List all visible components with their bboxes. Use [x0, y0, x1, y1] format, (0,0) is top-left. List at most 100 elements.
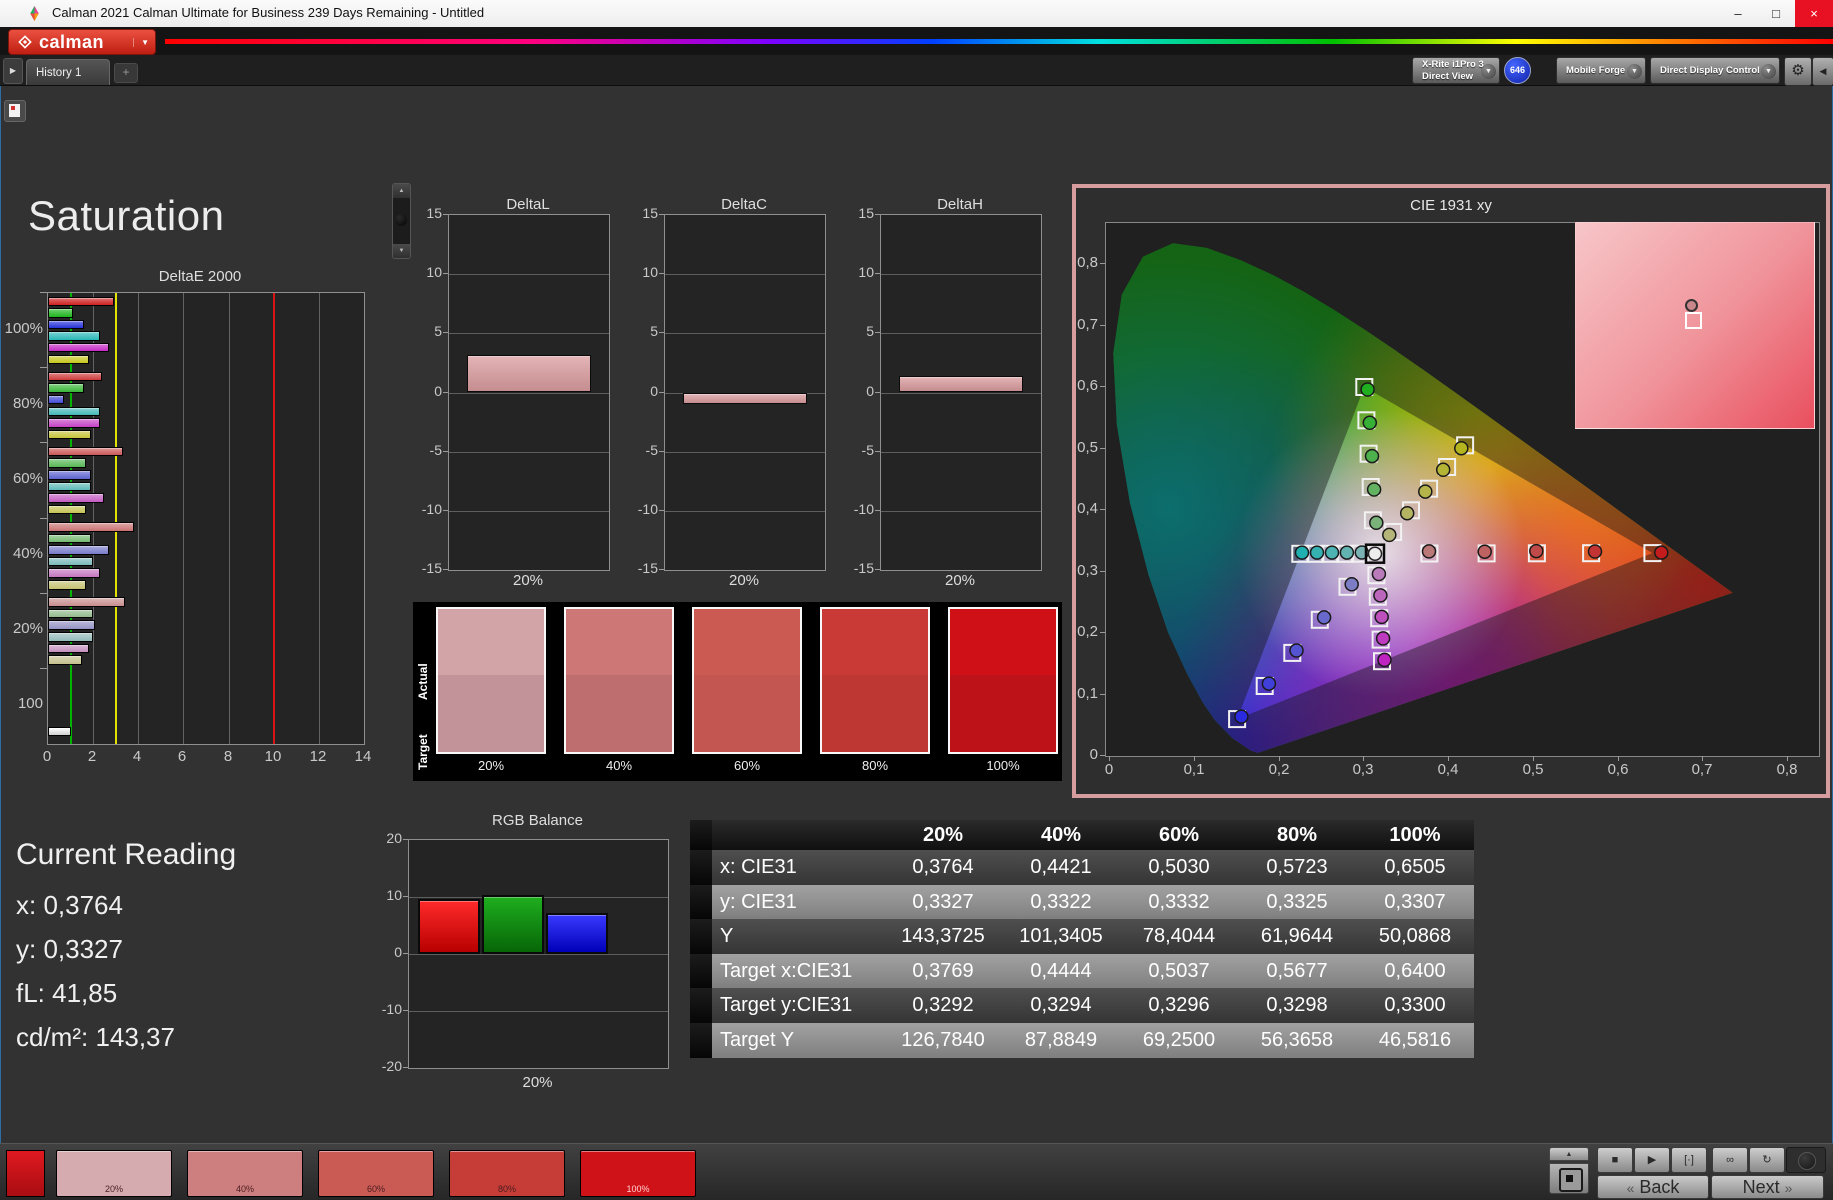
- patch-button-20%[interactable]: 20%: [56, 1150, 172, 1197]
- deltaH-y-tick: -15: [853, 560, 874, 576]
- table-column-header: 100%: [1389, 824, 1441, 846]
- table-column-header: 80%: [1276, 824, 1318, 846]
- rgb-balance-title: RGB Balance: [492, 812, 583, 829]
- table-row: Target Y 126,7840 87,8849 69,2500 56,3658 46,…: [690, 1022, 1474, 1058]
- table-cell: 0,6505: [1384, 856, 1446, 878]
- table-cell: 0,3292: [912, 994, 974, 1017]
- table-cell: 0,3300: [1384, 994, 1446, 1017]
- cie-measured-green: [1362, 415, 1378, 431]
- deltaC-gridline: [665, 274, 825, 276]
- chevron-down-icon: ▼: [1761, 64, 1776, 79]
- calman-menu-chevron-icon: ▼: [133, 37, 149, 47]
- record-icon: [1798, 1152, 1816, 1170]
- titlebar: Calman 2021 Calman Ultimate for Business…: [0, 0, 1833, 28]
- patch-window-up-icon[interactable]: ▲: [1549, 1147, 1589, 1161]
- deltal-chart: [448, 214, 610, 571]
- tab-history-1[interactable]: History 1: [26, 59, 110, 85]
- loop-button[interactable]: ∞: [1712, 1147, 1748, 1173]
- record-indicator-button[interactable]: [1786, 1147, 1826, 1173]
- deltae-group-label: 100%: [4, 320, 43, 337]
- gear-icon[interactable]: ⚙: [1784, 57, 1812, 86]
- cie-measured-green: [1360, 382, 1375, 397]
- window-title: Calman 2021 Calman Ultimate for Business…: [52, 5, 485, 20]
- table-cell: 0,5723: [1266, 856, 1328, 878]
- table-cell: 101,3405: [1019, 925, 1103, 948]
- rgb-y-tick: 20: [386, 830, 402, 846]
- stop-icon: [1566, 1175, 1573, 1182]
- deltae-bar-magenta: [48, 342, 109, 353]
- deltae-x-tick: 6: [177, 748, 187, 765]
- maximize-button[interactable]: □: [1757, 0, 1795, 27]
- deltaL-y-tick: 5: [434, 323, 442, 339]
- minimize-button[interactable]: –: [1719, 0, 1757, 27]
- scroll-down-icon[interactable]: ▼: [393, 244, 410, 258]
- deltaC-y-tick: -10: [637, 501, 658, 517]
- back-button[interactable]: « Back: [1597, 1175, 1709, 1199]
- patch-window-control[interactable]: ▲: [1549, 1147, 1589, 1197]
- cie-measured-magenta: [1377, 652, 1392, 668]
- cie-measured-cyan: [1324, 545, 1340, 560]
- deltae-bar-yellow: [48, 429, 91, 440]
- patch-button-40%[interactable]: 40%: [187, 1150, 303, 1197]
- table-row-label: y: CIE31: [720, 890, 797, 913]
- refresh-button[interactable]: ↻: [1749, 1147, 1785, 1173]
- deltaH-gridline: [881, 510, 1041, 512]
- collapse-panel-button[interactable]: ◀: [1812, 57, 1833, 86]
- deltae-bar-yellow: [48, 354, 89, 364]
- cie-measured-green: [1369, 515, 1384, 531]
- chart-scrollbar[interactable]: ▲ ▼: [392, 183, 411, 259]
- calman-menu-button[interactable]: calman ▼: [8, 29, 156, 55]
- cie-measured-green: [1364, 448, 1380, 464]
- deltac-chart: [664, 214, 826, 571]
- table-column-header: 60%: [1158, 824, 1200, 846]
- cie-measured-blue: [1234, 709, 1249, 724]
- scroll-up-icon[interactable]: ▲: [393, 184, 410, 198]
- table-cell: 0,5037: [1148, 959, 1210, 982]
- cie-measured-red: [1654, 545, 1669, 560]
- step-button[interactable]: [·]: [1671, 1147, 1707, 1173]
- cie-1931-panel: CIE 1931 xy: [1072, 184, 1830, 798]
- workflow-icon[interactable]: [4, 100, 26, 122]
- tab-scroll-button[interactable]: ▶: [3, 58, 23, 84]
- deltae-bar-magenta: [48, 418, 100, 428]
- stop-button[interactable]: ■: [1597, 1147, 1633, 1173]
- deltaC-gridline: [665, 451, 825, 453]
- deltaH-gridline: [881, 451, 1041, 453]
- play-button[interactable]: ▶: [1634, 1147, 1670, 1173]
- patch-button-60%[interactable]: 60%: [318, 1150, 434, 1197]
- measurement-table: 20% 40% 60% 80% 100% x: CIE31 0,3764 0,4421 0,50…: [690, 820, 1474, 1058]
- meter-dropdown[interactable]: X-Rite i1Pro 3 Direct View ▼: [1412, 57, 1500, 84]
- table-cell: 56,3658: [1260, 1028, 1334, 1051]
- table-cell: 126,7840: [901, 1028, 985, 1051]
- scroll-knob[interactable]: [395, 214, 407, 226]
- deltaL-y-tick: -5: [429, 442, 442, 458]
- deltae-bar-cyan: [48, 556, 94, 567]
- deltae-x-tick: 8: [223, 748, 233, 765]
- page-title: Saturation: [28, 192, 225, 239]
- deltaH-gridline: [881, 392, 1041, 394]
- compare-swatch-80%: [820, 607, 930, 754]
- table-row-label: Y: [720, 925, 734, 948]
- deltae-bar-cyan: [48, 331, 100, 341]
- cie-measured-blue: [1261, 676, 1277, 691]
- deltaL-gridline: [449, 451, 609, 453]
- meter-count-badge[interactable]: 646: [1504, 57, 1531, 84]
- deltae-bar-blue: [48, 545, 109, 555]
- table-cell: 69,2500: [1142, 1028, 1216, 1051]
- deltaC-y-tick: 5: [650, 323, 658, 339]
- next-button[interactable]: Next »: [1711, 1175, 1824, 1199]
- patch-window-button[interactable]: [1549, 1163, 1589, 1194]
- patch-button-80%[interactable]: 80%: [449, 1150, 565, 1197]
- deltae-group-label: 100: [17, 695, 43, 712]
- source-dropdown[interactable]: Mobile Forge ▼: [1556, 57, 1646, 84]
- close-button[interactable]: ×: [1795, 0, 1833, 27]
- display-control-dropdown[interactable]: Direct Display Control ▼: [1650, 57, 1780, 84]
- deltaH-gridline: [881, 274, 1041, 276]
- table-row: Target x:CIE31 0,3769 0,4444 0,5037 0,5677 0,…: [690, 953, 1474, 989]
- patch-button-100%[interactable]: 100%: [580, 1150, 696, 1197]
- deltae-bar-green: [48, 608, 94, 619]
- actual-color: [438, 609, 544, 675]
- add-tab-button[interactable]: +: [114, 63, 138, 83]
- meter-label: X-Rite i1Pro 3 Direct View: [1422, 59, 1484, 82]
- rgb-balance-chart: [408, 839, 669, 1069]
